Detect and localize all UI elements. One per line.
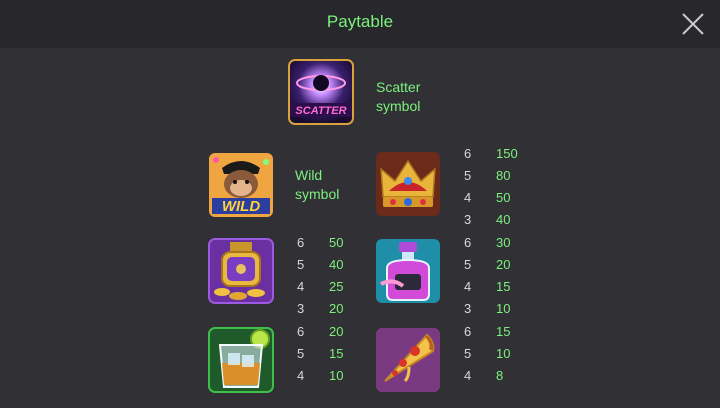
potion-bottle-pays: 6 30 5 20 4 15 3 10 (464, 235, 511, 316)
potion-bottle-icon (376, 239, 440, 303)
crown-icon (376, 152, 440, 216)
scatter-label: Scatter symbol (376, 79, 421, 114)
wild-label: Wild symbol (295, 167, 340, 202)
page-title: Paytable (326, 12, 394, 31)
gold-watch-pays: 6 50 5 40 4 25 3 20 (297, 235, 344, 316)
scatter-symbol-icon: SCATTER (288, 59, 354, 125)
pizza-slice-icon (376, 328, 440, 392)
header-bar: Paytable (0, 0, 720, 48)
crown-pays: 6 150 5 80 4 50 3 40 (464, 146, 518, 227)
gold-watch-icon (208, 238, 274, 304)
svg-text:SCATTER: SCATTER (295, 105, 346, 117)
svg-text:WILD: WILD (222, 198, 260, 215)
close-icon[interactable] (680, 11, 706, 37)
wild-monkey-icon: WILD (209, 153, 273, 217)
pizza-slice-pays: 615 510 48 35 (464, 324, 511, 383)
whisky-glass-pays: 620 515 410 38 (297, 324, 344, 383)
whisky-glass-icon (208, 327, 274, 393)
